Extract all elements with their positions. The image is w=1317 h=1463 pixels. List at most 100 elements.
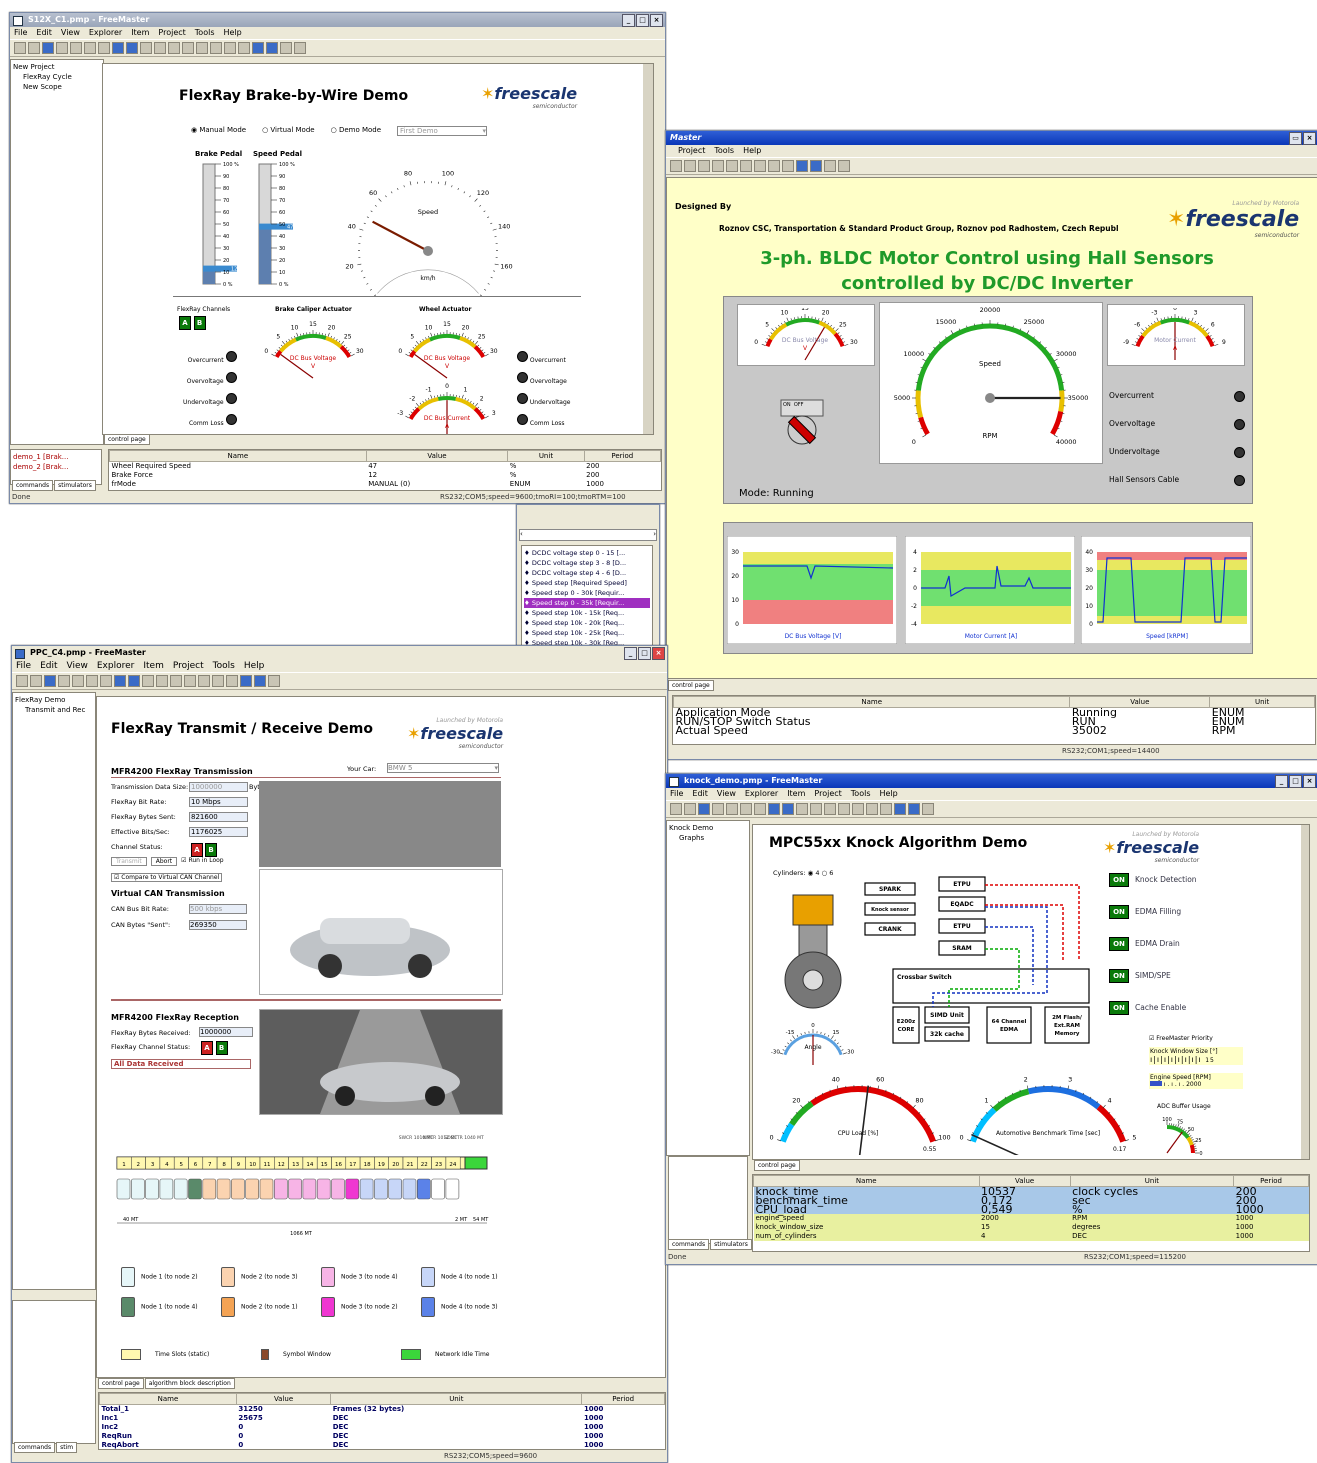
tool-icon[interactable]	[670, 160, 682, 172]
forward-icon[interactable]	[126, 42, 138, 54]
table-row[interactable]: num_of_cylinders4DEC1000	[754, 1232, 1309, 1241]
new-icon[interactable]	[14, 42, 26, 54]
tool-icon[interactable]	[154, 42, 166, 54]
tool-icon[interactable]	[184, 675, 196, 687]
tool-icon[interactable]	[224, 42, 236, 54]
tool-icon[interactable]	[212, 675, 224, 687]
can-field-value[interactable]: 500 kbps	[189, 904, 247, 914]
close-button[interactable]: ×	[650, 14, 663, 27]
tool-icon[interactable]	[196, 42, 208, 54]
menu-item-tools[interactable]: Tools	[213, 660, 235, 672]
menu-item-item[interactable]: Item	[143, 660, 164, 672]
table-row[interactable]: ReqAbort0DEC1000	[100, 1441, 665, 1450]
new-icon[interactable]	[670, 803, 682, 815]
tool-icon[interactable]	[100, 675, 112, 687]
stimulator-item[interactable]: ♦ Speed step 10k - 20k [Req...	[524, 618, 650, 628]
menu-item-edit[interactable]: Edit	[40, 660, 57, 672]
tool-icon[interactable]	[726, 160, 738, 172]
command-item[interactable]: demo_2 [Brak...	[13, 462, 99, 472]
tool-icon[interactable]	[880, 803, 892, 815]
tree-item[interactable]: FlexRay Cycle	[13, 72, 101, 82]
menu-item-explorer[interactable]: Explorer	[89, 27, 122, 39]
engine-speed-slider[interactable]: Engine Speed [RPM] ı . ı . ı . 2000	[1149, 1073, 1243, 1089]
minimize-button[interactable]: _	[624, 647, 637, 660]
column-header[interactable]: Period	[584, 451, 660, 462]
transmit-button[interactable]: Transmit	[111, 857, 147, 866]
demo-mode-radio[interactable]: ○ Demo Mode	[331, 126, 381, 136]
tool-icon[interactable]	[210, 42, 222, 54]
column-header[interactable]: Name	[110, 451, 367, 462]
tool-icon[interactable]	[226, 675, 238, 687]
tool-icon[interactable]	[852, 803, 864, 815]
stop-icon[interactable]	[44, 675, 56, 687]
column-header[interactable]: Period	[582, 1394, 665, 1405]
tool-icon[interactable]	[182, 42, 194, 54]
minimize-button[interactable]: _	[622, 14, 635, 27]
compare-checkbox[interactable]: ☑ Compare to Virtual CAN Channel	[111, 873, 222, 882]
close-button[interactable]: ×	[1303, 775, 1316, 788]
tool-icon[interactable]	[198, 675, 210, 687]
menu-item-explorer[interactable]: Explorer	[97, 660, 134, 672]
column-header[interactable]: Unit	[508, 451, 584, 462]
down-icon[interactable]	[254, 675, 266, 687]
open-icon[interactable]	[58, 675, 70, 687]
tool-icon[interactable]	[810, 803, 822, 815]
up-icon[interactable]	[796, 160, 808, 172]
table-row[interactable]: Inc125675DEC1000	[100, 1414, 665, 1423]
feature-row[interactable]: ONEDMA Drain	[1109, 937, 1269, 969]
on-toggle[interactable]: ON	[1109, 905, 1129, 919]
table-row[interactable]: benchmark_time0,172sec200	[754, 1196, 1309, 1205]
stimulator-item[interactable]: ♦ Speed step 0 - 35k [Requir...	[524, 598, 650, 608]
tool-icon[interactable]	[280, 42, 292, 54]
vertical-scrollbar[interactable]	[643, 64, 653, 434]
tool-icon[interactable]	[754, 160, 766, 172]
tool-icon[interactable]	[684, 160, 696, 172]
tab-stimulators[interactable]: stimulators	[54, 480, 96, 491]
abort-button[interactable]: Abort	[151, 857, 177, 866]
freemaster-priority-checkbox[interactable]: ☑ FreeMaster Priority	[1149, 1035, 1213, 1042]
help-icon[interactable]	[922, 803, 934, 815]
maximize-button[interactable]: □	[636, 14, 649, 27]
tool-icon[interactable]	[782, 160, 794, 172]
tree-item[interactable]: New Project	[13, 62, 101, 72]
menu-item-file[interactable]: File	[16, 660, 31, 672]
down-icon[interactable]	[810, 160, 822, 172]
tree-item[interactable]: Knock Demo	[669, 823, 747, 833]
tab-stim[interactable]: stim	[56, 1442, 77, 1453]
stimulator-item[interactable]: ♦ DCDC voltage step 3 - 8 [D...	[524, 558, 650, 568]
column-header[interactable]: Value	[366, 451, 508, 462]
tool-icon[interactable]	[866, 803, 878, 815]
help-icon[interactable]	[294, 42, 306, 54]
table-row[interactable]: Total_131250Frames (32 bytes)1000	[100, 1405, 665, 1415]
tool-icon[interactable]	[698, 160, 710, 172]
up-icon[interactable]	[252, 42, 264, 54]
knock-window-slider[interactable]: Knock Window Size [°] ı|ı|ı|ı|ı|ı|ı|ı 15	[1149, 1047, 1243, 1065]
menu-item-view[interactable]: View	[717, 788, 736, 800]
on-toggle[interactable]: ON	[1109, 1001, 1129, 1015]
tab-commands[interactable]: commands	[12, 480, 53, 491]
on-toggle[interactable]: ON	[1109, 937, 1129, 951]
close-button[interactable]: ×	[652, 647, 665, 660]
tool-icon[interactable]	[142, 675, 154, 687]
feature-row[interactable]: ONCache Enable	[1109, 1001, 1269, 1033]
tool-icon[interactable]	[740, 803, 752, 815]
tab-commands[interactable]: commands	[14, 1442, 55, 1453]
tool-icon[interactable]	[238, 42, 250, 54]
tree-item[interactable]: New Scope	[13, 82, 101, 92]
tool-icon[interactable]	[86, 675, 98, 687]
up-icon[interactable]	[894, 803, 906, 815]
down-icon[interactable]	[266, 42, 278, 54]
menu-item-explorer[interactable]: Explorer	[745, 788, 778, 800]
tab-commands[interactable]: commands	[668, 1239, 709, 1250]
menu-item-edit[interactable]: Edit	[692, 788, 708, 800]
stimulator-item[interactable]: ♦ Speed step [Required Speed]	[524, 578, 650, 588]
open-icon[interactable]	[712, 803, 724, 815]
column-header[interactable]: Value	[236, 1394, 330, 1405]
menu-item-help[interactable]: Help	[244, 660, 265, 672]
stop-icon[interactable]	[42, 42, 54, 54]
cyl-6-radio[interactable]: ○ 6	[822, 869, 834, 877]
menu-item-file[interactable]: File	[670, 788, 683, 800]
tab-control-page[interactable]: control page	[104, 434, 150, 445]
tool-icon[interactable]	[796, 803, 808, 815]
tool-icon[interactable]	[70, 42, 82, 54]
